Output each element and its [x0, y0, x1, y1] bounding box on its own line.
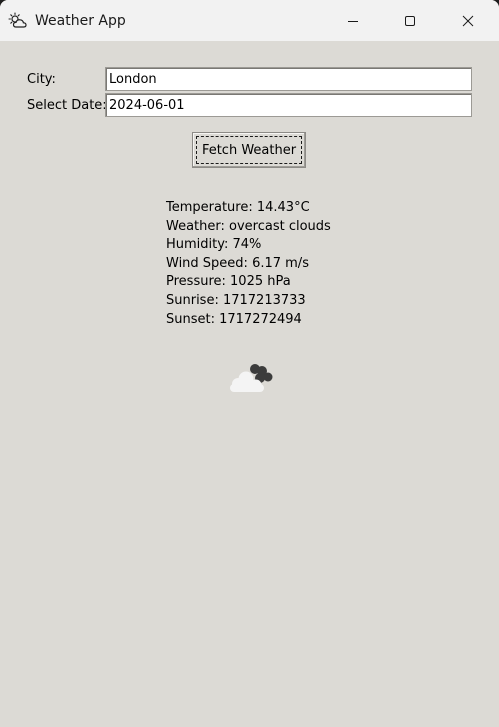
minimize-icon: [348, 20, 358, 22]
city-label: City:: [27, 72, 56, 87]
wind-speed-text: Wind Speed: 6.17 m/s: [166, 255, 309, 271]
close-icon: [462, 15, 474, 26]
pressure-text: Pressure: 1025 hPa: [166, 274, 291, 290]
weather-app-icon: [8, 12, 27, 28]
fetch-weather-button[interactable]: Fetch Weather: [192, 132, 306, 168]
weather-info: Temperature: 14.43°C Weather: overcast c…: [166, 199, 331, 329]
humidity-text: Humidity: 74%: [166, 237, 262, 253]
window-title: Weather App: [35, 13, 126, 29]
title-bar[interactable]: Weather App: [0, 0, 499, 41]
weather-app-window: Weather App City: Select Date: Fetch Wea…: [0, 0, 499, 727]
city-input[interactable]: [105, 67, 472, 91]
overcast-clouds-icon: [230, 364, 273, 392]
minimize-button[interactable]: [330, 0, 376, 41]
maximize-icon: [405, 15, 415, 26]
temperature-text: Temperature: 14.43°C: [166, 200, 310, 215]
sunset-text: Sunset: 1717272494: [166, 311, 302, 327]
date-input[interactable]: [105, 93, 472, 117]
fetch-weather-label: Fetch Weather: [201, 142, 297, 158]
close-button[interactable]: [445, 0, 491, 41]
weather-description-text: Weather: overcast clouds: [166, 218, 331, 234]
date-label: Select Date:: [27, 98, 107, 113]
maximize-button[interactable]: [387, 0, 433, 41]
sunrise-text: Sunrise: 1717213733: [166, 292, 306, 308]
